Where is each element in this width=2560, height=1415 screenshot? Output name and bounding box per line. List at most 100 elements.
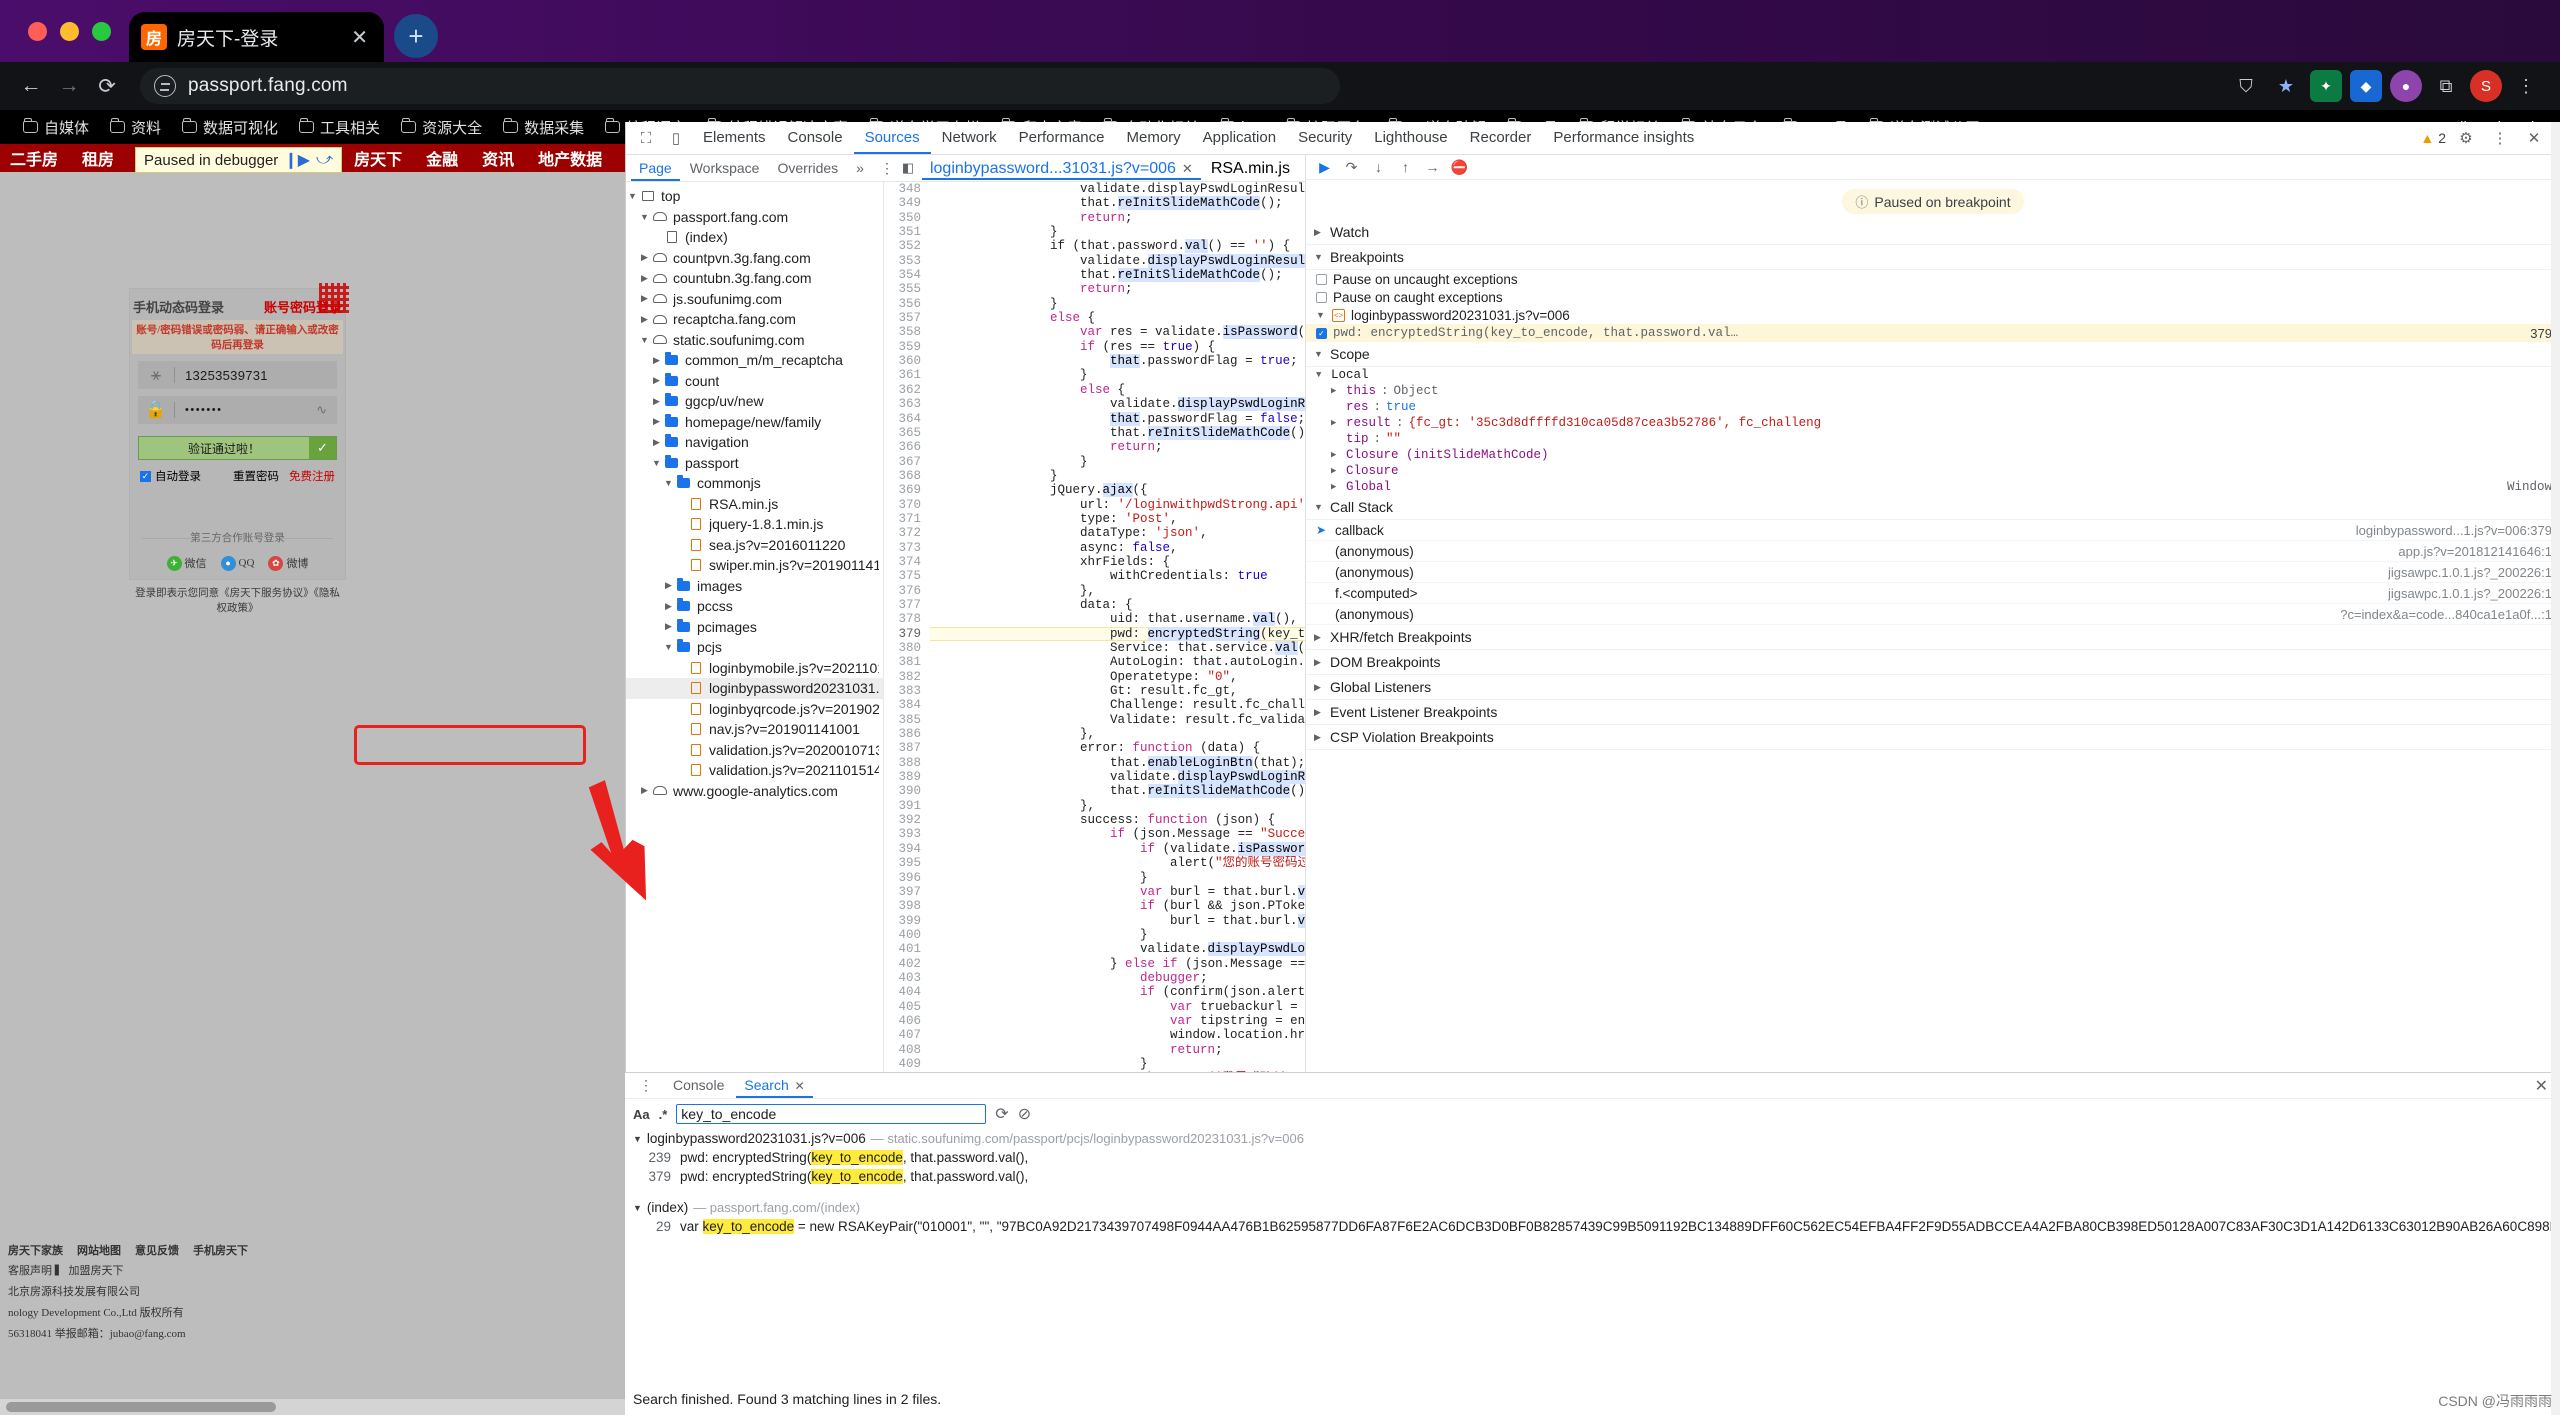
line-number[interactable]: 406: [884, 1013, 930, 1029]
resume-script-icon[interactable]: ❙▶: [284, 150, 310, 170]
search-result-file[interactable]: ▼ loginbypassword20231031.js?v=006 — stat…: [625, 1129, 2560, 1148]
line-number[interactable]: 408: [884, 1042, 930, 1057]
line-number[interactable]: 355: [884, 282, 930, 297]
code-line[interactable]: 357 else {: [884, 311, 1305, 326]
code-line[interactable]: 392 success: function (json) {: [884, 813, 1305, 828]
line-number[interactable]: 364: [884, 411, 930, 426]
pause-uncaught-exceptions-row[interactable]: Pause on uncaught exceptions: [1306, 270, 2560, 288]
line-number[interactable]: 403: [884, 970, 930, 986]
code-line[interactable]: 363 validate.displayPswdLoginResult(res,…: [884, 397, 1305, 412]
line-number[interactable]: 384: [884, 698, 930, 713]
site-nav-item[interactable]: 房天下: [354, 146, 402, 170]
line-number[interactable]: 374: [884, 554, 930, 570]
code-line[interactable]: 355 return;: [884, 282, 1305, 297]
new-tab-button[interactable]: +: [394, 14, 438, 58]
call-stack-row[interactable]: ➤ callback loginbypassword...1.js?v=006:37…: [1306, 520, 2560, 541]
site-settings-icon[interactable]: [154, 75, 176, 97]
code-line[interactable]: 368 }: [884, 468, 1305, 484]
code-line[interactable]: 389 validate.displayPswdLoginResult('服务器…: [884, 770, 1305, 785]
extension-purple-icon[interactable]: ●: [2390, 70, 2422, 102]
file-tree-row[interactable]: ▶ countubn.3g.fang.com: [626, 268, 883, 289]
code-line[interactable]: 372 dataType: 'json',: [884, 526, 1305, 541]
refresh-icon[interactable]: ⟳: [995, 1104, 1008, 1124]
line-number[interactable]: 359: [884, 339, 930, 355]
line-number[interactable]: 371: [884, 511, 930, 527]
event-listener-breakpoints-section[interactable]: ▶ Event Listener Breakpoints: [1306, 700, 2560, 725]
devtools-tab-memory[interactable]: Memory: [1116, 122, 1192, 154]
code-line[interactable]: 387 error: function (data) {: [884, 741, 1305, 756]
tab-overrides[interactable]: Overrides: [769, 155, 846, 181]
disclosure-triangle-icon[interactable]: ▶: [662, 601, 675, 612]
close-icon[interactable]: ✕: [1182, 157, 1193, 180]
line-number[interactable]: 363: [884, 397, 930, 412]
line-number[interactable]: 358: [884, 325, 930, 340]
breakpoints-section[interactable]: ▼ Breakpoints: [1306, 245, 2560, 270]
username-field[interactable]: ⚹ 13253539731: [138, 361, 337, 389]
call-stack-row[interactable]: (anonymous) jigsawpc.1.0.1.js?_200226:1: [1306, 562, 2560, 583]
line-number[interactable]: 375: [884, 569, 930, 584]
code-line[interactable]: 351 }: [884, 225, 1305, 240]
call-stack-section[interactable]: ▼ Call Stack: [1306, 495, 2560, 520]
line-number[interactable]: 381: [884, 655, 930, 670]
code-line[interactable]: 397 var burl = that.burl.val(): [884, 884, 1305, 900]
file-tree-row[interactable]: ▶ common_m/m_recaptcha: [626, 350, 883, 371]
code-line[interactable]: 379 pwd: encryptedString(key_to_encode, …: [884, 626, 1305, 641]
line-number[interactable]: 377: [884, 597, 930, 613]
step-into-icon[interactable]: ↓: [1370, 159, 1387, 176]
code-line[interactable]: 386 },: [884, 727, 1305, 742]
line-number[interactable]: 379: [884, 626, 930, 641]
line-number[interactable]: 373: [884, 540, 930, 555]
line-number[interactable]: 351: [884, 225, 930, 240]
global-listeners-section[interactable]: ▶ Global Listeners: [1306, 675, 2560, 700]
file-tree-row[interactable]: ▶ images: [626, 576, 883, 597]
line-number[interactable]: 392: [884, 813, 930, 828]
search-result-line[interactable]: 379 pwd: encryptedString(key_to_encode, t…: [625, 1167, 2560, 1186]
close-devtools-icon[interactable]: ✕: [2520, 125, 2548, 151]
bookmark-item[interactable]: 工具相关: [290, 114, 389, 141]
code-line[interactable]: 365 that.reInitSlideMathCode();: [884, 425, 1305, 441]
line-number[interactable]: 354: [884, 268, 930, 283]
file-tree-row[interactable]: ▶ ggcp/uv/new: [626, 391, 883, 412]
disclosure-triangle-icon[interactable]: ▶: [650, 416, 663, 427]
devtools-tab-lighthouse[interactable]: Lighthouse: [1363, 122, 1458, 154]
disclosure-triangle-icon[interactable]: ▼: [626, 191, 639, 201]
minimize-window-button[interactable]: [60, 21, 79, 41]
avatar[interactable]: S: [2470, 70, 2502, 102]
code-line[interactable]: 364 that.passwordFlag = false;: [884, 411, 1305, 426]
clear-icon[interactable]: ⊘: [1018, 1104, 1031, 1124]
disclosure-triangle-icon[interactable]: ▶: [638, 314, 651, 325]
file-tree-row[interactable]: loginbyqrcode.js?v=2019022713: [626, 699, 883, 720]
tab-workspace[interactable]: Workspace: [682, 155, 768, 181]
wechat-login[interactable]: ✈ 微信: [166, 555, 207, 571]
chevron-down-icon[interactable]: ▼: [633, 1203, 642, 1213]
line-number[interactable]: 362: [884, 382, 930, 398]
line-number[interactable]: 366: [884, 440, 930, 455]
code-line[interactable]: 362 else {: [884, 382, 1305, 398]
code-line[interactable]: 360 that.passwordFlag = true;: [884, 354, 1305, 369]
site-nav-item[interactable]: 资讯: [482, 146, 514, 170]
reset-password-link[interactable]: 重置密码: [233, 468, 279, 484]
disclosure-triangle-icon[interactable]: ▶: [638, 293, 651, 304]
code-line[interactable]: 390 that.reInitSlideMathCode();: [884, 784, 1305, 799]
step-out-icon[interactable]: ↑: [1397, 159, 1414, 176]
regex-icon[interactable]: .*: [659, 1107, 668, 1122]
file-tree-row[interactable]: ▶ count: [626, 371, 883, 392]
code-line[interactable]: 400 }: [884, 927, 1305, 943]
disclosure-triangle-icon[interactable]: ▶: [650, 375, 663, 386]
line-number[interactable]: 352: [884, 239, 930, 254]
line-number[interactable]: 383: [884, 684, 930, 699]
scope-variable-row[interactable]: ▶ result: {fc_gt: '35c3d8dffffd310ca05d87…: [1306, 415, 2560, 431]
line-number[interactable]: 356: [884, 296, 930, 312]
line-number[interactable]: 386: [884, 727, 930, 742]
code-line[interactable]: 393 if (json.Message == "Success") {: [884, 827, 1305, 842]
bookmark-item[interactable]: 数据可视化: [173, 114, 287, 141]
close-window-button[interactable]: [28, 21, 47, 41]
disclosure-triangle-icon[interactable]: ▶: [638, 252, 651, 263]
line-number[interactable]: 391: [884, 798, 930, 814]
scope-local-header[interactable]: ▼ Local: [1306, 367, 2560, 383]
file-tree-row[interactable]: ▶ recaptcha.fang.com: [626, 309, 883, 330]
line-number[interactable]: 401: [884, 942, 930, 957]
chevron-down-icon[interactable]: ▼: [633, 1134, 642, 1144]
disclosure-triangle-icon[interactable]: ▶: [650, 355, 663, 366]
deactivate-breakpoints-icon[interactable]: ⛔: [1451, 159, 1468, 176]
